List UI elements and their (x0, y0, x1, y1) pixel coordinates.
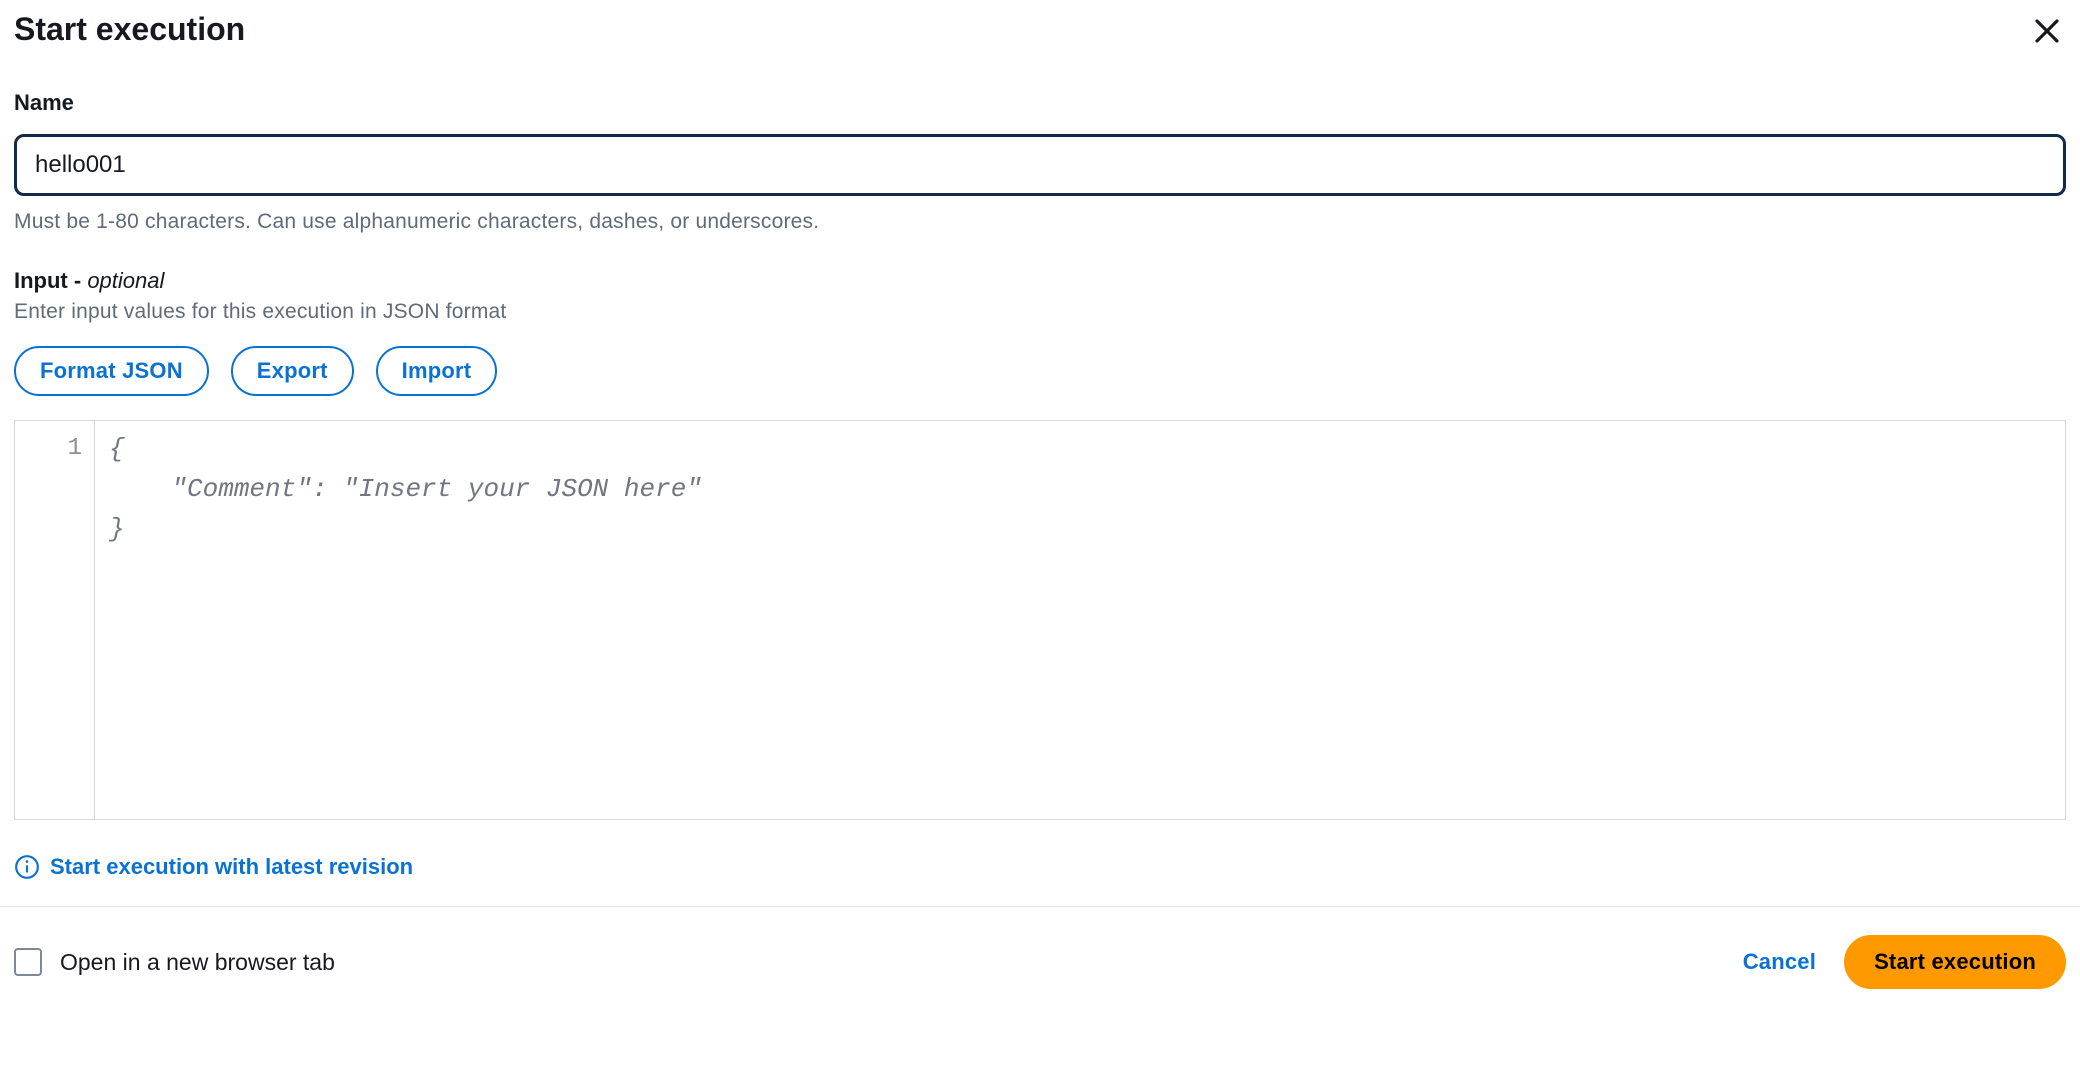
input-label-main: Input - (14, 268, 87, 293)
input-label-optional: optional (87, 268, 164, 293)
latest-revision-link[interactable]: Start execution with latest revision (14, 854, 2066, 880)
open-new-tab-checkbox[interactable] (14, 948, 42, 976)
input-label: Input - optional (14, 268, 2066, 294)
json-editor[interactable]: 1 { "Comment": "Insert your JSON here" } (14, 420, 2066, 820)
name-hint: Must be 1-80 characters. Can use alphanu… (14, 210, 2066, 234)
close-button[interactable] (2028, 12, 2066, 56)
editor-code[interactable]: { "Comment": "Insert your JSON here" } (95, 421, 2065, 819)
name-input[interactable] (14, 134, 2066, 196)
export-button[interactable]: Export (231, 346, 354, 396)
latest-revision-text: Start execution with latest revision (50, 854, 413, 880)
import-button[interactable]: Import (376, 346, 498, 396)
editor-gutter: 1 (15, 421, 95, 819)
start-execution-button[interactable]: Start execution (1844, 935, 2066, 989)
gutter-line-number: 1 (15, 429, 94, 469)
dialog-title: Start execution (14, 10, 245, 48)
name-label: Name (14, 90, 2066, 116)
open-new-tab-checkbox-row[interactable]: Open in a new browser tab (14, 948, 335, 976)
close-icon (2032, 16, 2062, 46)
cancel-button[interactable]: Cancel (1743, 949, 1816, 975)
format-json-button[interactable]: Format JSON (14, 346, 209, 396)
input-hint: Enter input values for this execution in… (14, 300, 2066, 324)
open-new-tab-label: Open in a new browser tab (60, 949, 335, 976)
info-icon (14, 854, 40, 880)
